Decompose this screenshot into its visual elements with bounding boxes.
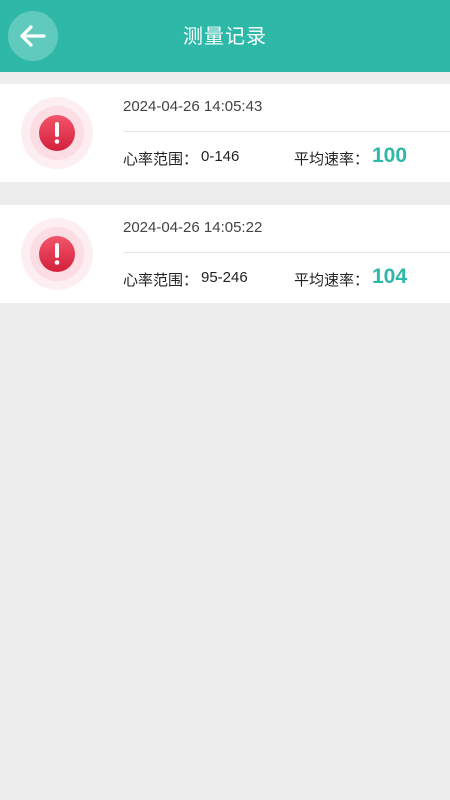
alert-exclamation-icon xyxy=(54,243,60,265)
alert-badge xyxy=(21,97,93,169)
average-rate-value: 100 xyxy=(372,144,408,167)
average-rate-label: 平均速率： xyxy=(294,150,370,168)
heart-rate-range-value: 95-246 xyxy=(201,269,248,286)
arrow-left-icon xyxy=(20,25,46,47)
heart-rate-range-label: 心率范围： xyxy=(123,150,199,168)
record-item[interactable]: 2024-04-26 14:05:22 心率范围： 95-246 平均速率： 1… xyxy=(0,205,450,303)
alert-exclamation-icon xyxy=(54,122,60,144)
divider xyxy=(123,131,450,132)
average-rate-value: 104 xyxy=(372,265,408,288)
record-info: 2024-04-26 14:05:43 心率范围： 0-146 平均速率： 10… xyxy=(123,84,450,182)
page-title: 测量记录 xyxy=(183,24,267,48)
divider xyxy=(123,252,450,253)
record-list: 2024-04-26 14:05:43 心率范围： 0-146 平均速率： 10… xyxy=(0,84,450,326)
average-rate-label: 平均速率： xyxy=(294,271,370,289)
record-item[interactable]: 2024-04-26 14:05:43 心率范围： 0-146 平均速率： 10… xyxy=(0,84,450,182)
record-info: 2024-04-26 14:05:22 心率范围： 95-246 平均速率： 1… xyxy=(123,205,450,303)
alert-badge xyxy=(21,218,93,290)
record-timestamp: 2024-04-26 14:05:22 xyxy=(123,219,263,236)
app-header: 测量记录 xyxy=(0,0,450,72)
heart-rate-range-label: 心率范围： xyxy=(123,271,199,289)
back-button[interactable] xyxy=(8,11,58,61)
heart-rate-range-value: 0-146 xyxy=(201,148,240,165)
record-timestamp: 2024-04-26 14:05:43 xyxy=(123,98,263,115)
